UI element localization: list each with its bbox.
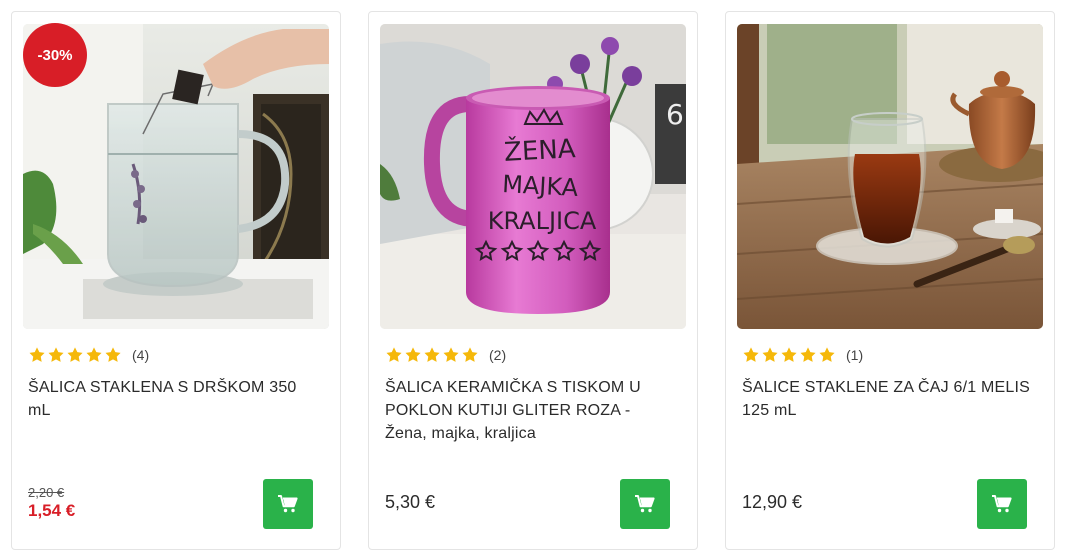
star-icon [800,347,816,362]
star-rating [742,346,836,364]
mug-print-line-3: KRALJICA [488,207,597,235]
price: 5,30 € [385,492,436,512]
old-price: 2,20 € [28,485,65,500]
add-to-cart-button[interactable] [620,479,670,529]
rating: (1) [742,346,863,364]
review-count: (4) [132,347,150,363]
star-icon [86,347,102,362]
star-icon [781,347,797,362]
star-icon [762,347,778,362]
mug-print-line-2: MAJKA [502,170,580,202]
star-icon [819,347,835,362]
product-image-tea-glasses[interactable] [737,24,1043,329]
star-icon [29,347,45,362]
rating: (4) [28,346,149,364]
star-icon [105,347,121,362]
product-title[interactable]: ŠALICA STAKLENA S DRŠKOM 350 mL [28,376,318,422]
svg-text:6: 6 [666,98,684,131]
product-card: 6 ŽENA MAJKA KRALJICA (2) ŠALICA KERAMIČ… [368,11,698,550]
product-image-pink-mug[interactable]: 6 ŽENA MAJKA KRALJICA [380,24,686,329]
star-icon [48,347,64,362]
star-icon [405,347,421,362]
cart-icon [278,495,298,513]
discount-badge: -30% [23,23,87,87]
price-block: 2,20 € 1,54 € [28,486,75,522]
review-count: (1) [846,347,864,363]
star-icon [462,347,478,362]
star-icon [443,347,459,362]
price-block: 12,90 € [742,492,802,513]
cart-icon [635,495,655,513]
product-title[interactable]: ŠALICE STAKLENE ZA ČAJ 6/1 MELIS 125 mL [742,376,1032,422]
star-rating [385,346,479,364]
rating: (2) [385,346,506,364]
star-icon [67,347,83,362]
product-title[interactable]: ŠALICA KERAMIČKA S TISKOM U POKLON KUTIJ… [385,376,675,445]
star-rating [28,346,122,364]
sale-price: 1,54 € [28,501,76,520]
product-card: (1) ŠALICE STAKLENE ZA ČAJ 6/1 MELIS 125… [725,11,1055,550]
add-to-cart-button[interactable] [977,479,1027,529]
review-count: (2) [489,347,507,363]
mug-print-line-1: ŽENA [503,132,576,168]
cart-icon [992,495,1012,513]
price-block: 5,30 € [385,492,435,513]
star-icon [386,347,402,362]
star-icon [424,347,440,362]
price: 12,90 € [742,492,803,512]
product-card: -30% (4) ŠALICA STAKLENA S DRŠKOM 350 mL… [11,11,341,550]
add-to-cart-button[interactable] [263,479,313,529]
star-icon [743,347,759,362]
